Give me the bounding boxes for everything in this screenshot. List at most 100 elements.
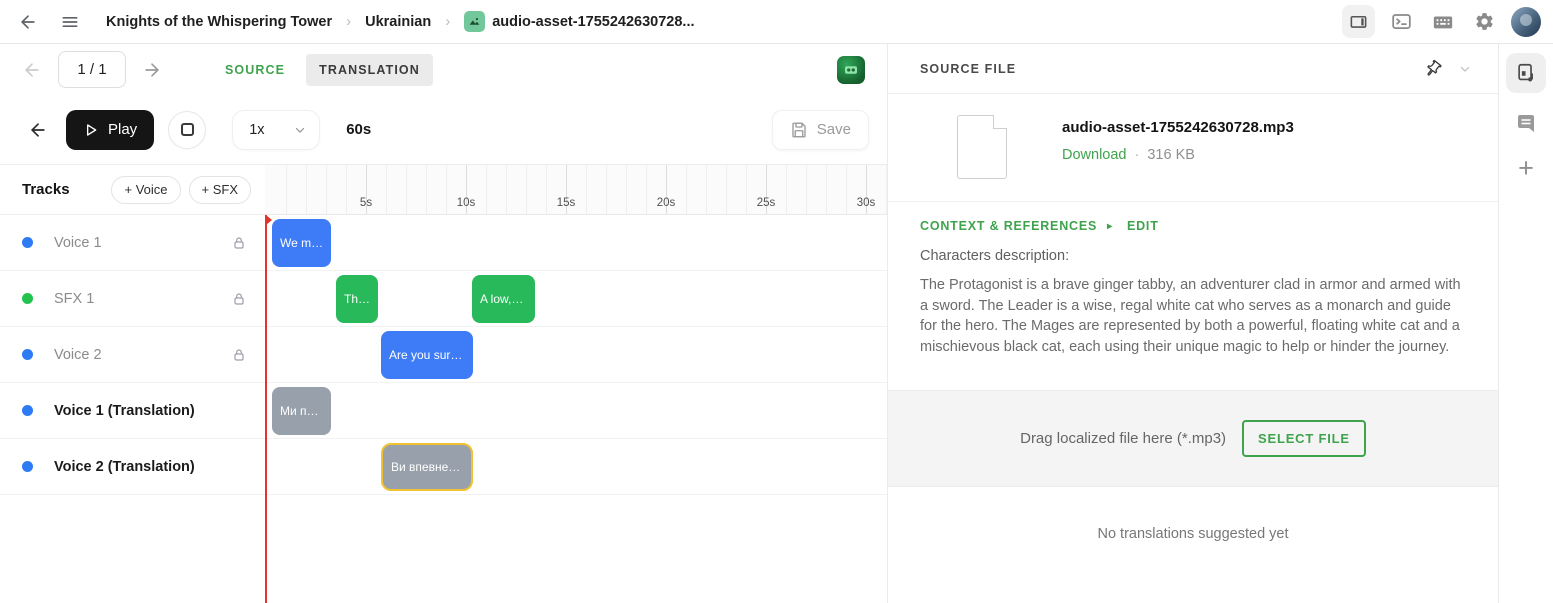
track-label: Voice 2 (Translation) (54, 459, 195, 475)
track-row[interactable]: Voice 1 (0, 215, 265, 271)
audio-clip[interactable]: Ми п… (272, 387, 331, 435)
duration-label: 60s (346, 121, 371, 138)
ruler-label: 5s (346, 197, 386, 209)
playhead[interactable] (265, 215, 267, 603)
audio-clip[interactable]: A low,… (472, 275, 535, 323)
panel-layout-icon[interactable] (1342, 5, 1375, 38)
file-icon (957, 115, 1007, 179)
track-color-dot (22, 461, 33, 472)
tracks-title: Tracks (22, 181, 70, 198)
description-label: Characters description: (920, 248, 1466, 264)
top-bar: Knights of the Whispering Tower › Ukrain… (0, 0, 1553, 44)
track-row[interactable]: Voice 1 (Translation) (0, 383, 265, 439)
select-file-button[interactable]: SELECT FILE (1242, 420, 1366, 457)
ruler-label: 20s (646, 197, 686, 209)
chevron-down-icon (293, 123, 307, 137)
localized-file-dropzone[interactable]: Drag localized file here (*.mp3) SELECT … (888, 390, 1498, 487)
ruler-label: 25s (746, 197, 786, 209)
timeline-row (265, 383, 887, 439)
next-page-icon[interactable] (138, 56, 166, 84)
edit-link[interactable]: EDIT (1127, 219, 1159, 233)
track-label: SFX 1 (54, 291, 94, 307)
context-block: CONTEXT & REFERENCES ▸ EDIT Characters d… (888, 202, 1498, 357)
speed-select[interactable]: 1x (232, 110, 320, 150)
save-button[interactable]: Save (772, 110, 869, 150)
media-notes-icon[interactable] (1506, 53, 1546, 93)
ruler-tick (386, 165, 387, 214)
breadcrumb-language[interactable]: Ukrainian (365, 14, 431, 30)
description-text: The Protagonist is a brave ginger tabby,… (920, 275, 1466, 357)
stop-button[interactable] (168, 111, 206, 149)
download-link[interactable]: Download (1062, 147, 1127, 163)
speed-value: 1x (249, 122, 264, 138)
file-block: audio-asset-1755242630728.mp3 Download ·… (888, 94, 1498, 202)
ruler-tick (486, 165, 487, 214)
app-badge-icon[interactable] (837, 56, 865, 84)
add-voice-button[interactable]: + Voice (111, 176, 180, 204)
track-row[interactable]: Voice 2 (0, 327, 265, 383)
audio-clip[interactable]: Th… (336, 275, 378, 323)
lock-icon[interactable] (231, 347, 247, 363)
track-label: Voice 1 (54, 235, 102, 251)
ruler-tick (326, 165, 327, 214)
source-file-panel: SOURCE FILE audio-asset-1755242630728.mp… (888, 44, 1498, 603)
tab-source[interactable]: SOURCE (212, 54, 298, 86)
play-button[interactable]: Play (66, 110, 154, 150)
ruler-tick (726, 165, 727, 214)
breadcrumb: Knights of the Whispering Tower › Ukrain… (106, 11, 695, 32)
ruler-tick (406, 165, 407, 214)
save-icon (790, 121, 808, 139)
avatar[interactable] (1511, 7, 1541, 37)
chevron-right-icon: › (342, 13, 355, 30)
lock-icon[interactable] (231, 291, 247, 307)
track-color-dot (22, 349, 33, 360)
separator-dot: · (1135, 147, 1140, 163)
source-file-header: SOURCE FILE (920, 62, 1016, 76)
audio-clip[interactable]: Are you sur… (381, 331, 473, 379)
ruler-tick (626, 165, 627, 214)
track-list: Voice 1 SFX 1 Voice 2Voice 1 (Translation)… (0, 215, 265, 603)
transport-bar: Play 1x 60s Save (0, 95, 887, 165)
back-arrow-icon[interactable] (14, 8, 42, 36)
ruler-tick (586, 165, 587, 214)
keyboard-icon[interactable] (1428, 7, 1458, 37)
track-color-dot (22, 237, 33, 248)
ruler-label: 30s (846, 197, 886, 209)
lock-icon[interactable] (231, 235, 247, 251)
add-sfx-button[interactable]: + SFX (189, 176, 252, 204)
add-panel-icon[interactable]: + (1518, 155, 1534, 182)
settings-gear-icon[interactable] (1470, 7, 1499, 36)
page-indicator[interactable]: 1 / 1 (58, 51, 126, 88)
audio-clip[interactable]: We m… (272, 219, 331, 267)
context-references-link[interactable]: CONTEXT & REFERENCES (920, 219, 1097, 233)
timeline-ruler[interactable]: 5s10s15s20s25s30s (265, 165, 887, 215)
breadcrumb-asset[interactable]: audio-asset-1755242630728... (464, 11, 694, 32)
timeline-back-icon[interactable] (24, 116, 52, 144)
file-size: 316 KB (1147, 147, 1195, 163)
collapse-chevron-icon[interactable] (1458, 62, 1472, 76)
ruler-tick (806, 165, 807, 214)
ruler-tick (706, 165, 707, 214)
prev-page-icon[interactable] (18, 56, 46, 84)
timeline-canvas[interactable]: We m…Th… A low,… Are you sur… Ми п… Ви впевн… (265, 215, 887, 603)
tab-translation[interactable]: TRANSLATION (306, 54, 433, 86)
terminal-icon[interactable] (1387, 7, 1416, 36)
track-row[interactable]: Voice 2 (Translation) (0, 439, 265, 495)
no-translations-message: No translations suggested yet (888, 526, 1498, 542)
menu-icon[interactable] (56, 8, 84, 36)
audio-clip-selected[interactable]: Ви впевне… (381, 443, 473, 491)
comments-icon[interactable] (1514, 111, 1538, 135)
dubbing-editor: 1 / 1 SOURCE TRANSLATION Play 1x (0, 44, 888, 603)
caret-right-icon: ▸ (1107, 221, 1113, 232)
track-row[interactable]: SFX 1 (0, 271, 265, 327)
stop-icon (181, 123, 194, 136)
drag-hint: Drag localized file here (*.mp3) (1020, 430, 1226, 447)
ruler-tick (306, 165, 307, 214)
ruler-tick (606, 165, 607, 214)
ruler-tick (786, 165, 787, 214)
breadcrumb-project[interactable]: Knights of the Whispering Tower (106, 14, 332, 30)
timeline-row (265, 327, 887, 383)
pin-icon[interactable] (1420, 56, 1445, 81)
chevron-right-icon: › (441, 13, 454, 30)
file-name: audio-asset-1755242630728.mp3 (1062, 119, 1294, 136)
